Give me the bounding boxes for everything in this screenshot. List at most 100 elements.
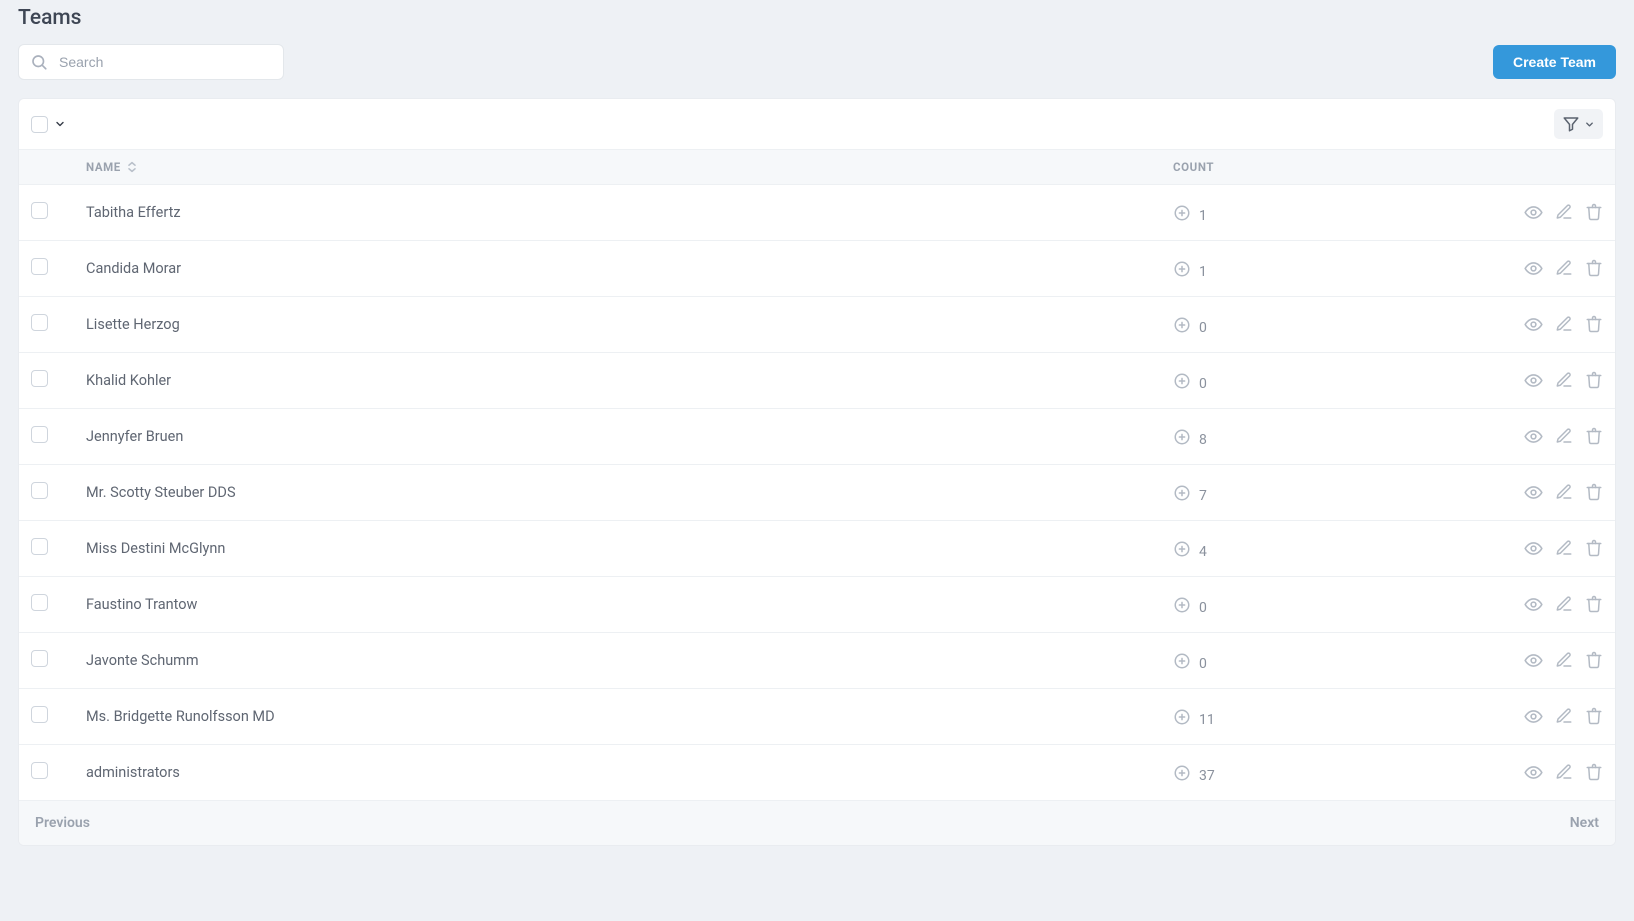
team-name[interactable]: Khalid Kohler: [86, 372, 171, 389]
row-checkbox[interactable]: [31, 314, 48, 331]
team-name[interactable]: Candida Morar: [86, 260, 181, 277]
add-member-icon[interactable]: [1173, 372, 1191, 390]
filter-button[interactable]: [1554, 109, 1603, 139]
chevron-down-icon: [1584, 119, 1595, 130]
delete-icon[interactable]: [1585, 315, 1603, 334]
row-checkbox[interactable]: [31, 762, 48, 779]
edit-icon[interactable]: [1555, 371, 1573, 390]
count-value: 0: [1199, 376, 1207, 392]
delete-icon[interactable]: [1585, 371, 1603, 390]
table-row: Mr. Scotty Steuber DDS 7: [19, 465, 1615, 521]
row-checkbox[interactable]: [31, 650, 48, 667]
delete-icon[interactable]: [1585, 763, 1603, 782]
filter-icon: [1562, 115, 1580, 133]
view-icon[interactable]: [1524, 707, 1543, 726]
view-icon[interactable]: [1524, 371, 1543, 390]
view-icon[interactable]: [1524, 651, 1543, 670]
card-top: [19, 99, 1615, 149]
teams-card: Name Count Tabitha Effertz1Candida Morar…: [18, 98, 1616, 846]
team-name[interactable]: Lisette Herzog: [86, 316, 180, 333]
table-row: Tabitha Effertz 1: [19, 185, 1615, 241]
next-link[interactable]: Next: [1570, 815, 1599, 831]
add-member-icon[interactable]: [1173, 428, 1191, 446]
count-value: 8: [1199, 432, 1207, 448]
add-member-icon[interactable]: [1173, 540, 1191, 558]
table-row: Miss Destini McGlynn4: [19, 521, 1615, 577]
table-header: Name Count: [19, 149, 1615, 185]
count-value: 1: [1199, 264, 1207, 280]
edit-icon[interactable]: [1555, 707, 1573, 726]
count-value: 7: [1199, 488, 1207, 504]
view-icon[interactable]: [1524, 595, 1543, 614]
delete-icon[interactable]: [1585, 259, 1603, 278]
row-checkbox[interactable]: [31, 202, 48, 219]
sort-icon[interactable]: [127, 161, 137, 173]
create-team-button[interactable]: Create Team: [1493, 45, 1616, 79]
select-all-checkbox[interactable]: [31, 116, 48, 133]
row-checkbox[interactable]: [31, 538, 48, 555]
table-row: Faustino Trantow 0: [19, 577, 1615, 633]
table-row: Jennyfer Bruen 8: [19, 409, 1615, 465]
view-icon[interactable]: [1524, 315, 1543, 334]
edit-icon[interactable]: [1555, 203, 1573, 222]
add-member-icon[interactable]: [1173, 260, 1191, 278]
delete-icon[interactable]: [1585, 651, 1603, 670]
row-checkbox[interactable]: [31, 594, 48, 611]
table-row: Candida Morar 1: [19, 241, 1615, 297]
delete-icon[interactable]: [1585, 707, 1603, 726]
delete-icon[interactable]: [1585, 203, 1603, 222]
count-value: 0: [1199, 656, 1207, 672]
delete-icon[interactable]: [1585, 539, 1603, 558]
count-value: 0: [1199, 320, 1207, 336]
delete-icon[interactable]: [1585, 483, 1603, 502]
edit-icon[interactable]: [1555, 651, 1573, 670]
add-member-icon[interactable]: [1173, 484, 1191, 502]
edit-icon[interactable]: [1555, 315, 1573, 334]
row-checkbox[interactable]: [31, 482, 48, 499]
team-name[interactable]: Ms. Bridgette Runolfsson MD: [86, 708, 275, 725]
row-checkbox[interactable]: [31, 370, 48, 387]
previous-link[interactable]: Previous: [35, 815, 90, 831]
view-icon[interactable]: [1524, 483, 1543, 502]
view-icon[interactable]: [1524, 203, 1543, 222]
edit-icon[interactable]: [1555, 483, 1573, 502]
delete-icon[interactable]: [1585, 595, 1603, 614]
row-checkbox[interactable]: [31, 426, 48, 443]
team-name[interactable]: administrators: [86, 764, 180, 781]
team-name[interactable]: Javonte Schumm: [86, 652, 199, 669]
add-member-icon[interactable]: [1173, 204, 1191, 222]
table-row: Javonte Schumm 0: [19, 633, 1615, 689]
team-name[interactable]: Mr. Scotty Steuber DDS: [86, 484, 236, 501]
team-name[interactable]: Faustino Trantow: [86, 596, 197, 613]
edit-icon[interactable]: [1555, 427, 1573, 446]
select-all-menu-toggle[interactable]: [54, 118, 66, 130]
edit-icon[interactable]: [1555, 539, 1573, 558]
edit-icon[interactable]: [1555, 763, 1573, 782]
edit-icon[interactable]: [1555, 259, 1573, 278]
team-name[interactable]: Jennyfer Bruen: [86, 428, 183, 445]
add-member-icon[interactable]: [1173, 652, 1191, 670]
view-icon[interactable]: [1524, 539, 1543, 558]
add-member-icon[interactable]: [1173, 764, 1191, 782]
page-title: Teams: [18, 6, 1616, 30]
view-icon[interactable]: [1524, 763, 1543, 782]
table-body: Tabitha Effertz 1 Candida Morar 1 Lisette He…: [19, 185, 1615, 801]
count-value: 11: [1199, 712, 1215, 728]
view-icon[interactable]: [1524, 427, 1543, 446]
header-count: Count: [1173, 160, 1214, 174]
header-name[interactable]: Name: [86, 160, 121, 174]
table-row: Khalid Kohler 0: [19, 353, 1615, 409]
delete-icon[interactable]: [1585, 427, 1603, 446]
row-checkbox[interactable]: [31, 258, 48, 275]
add-member-icon[interactable]: [1173, 596, 1191, 614]
team-name[interactable]: Tabitha Effertz: [86, 204, 181, 221]
add-member-icon[interactable]: [1173, 708, 1191, 726]
count-value: 0: [1199, 600, 1207, 616]
view-icon[interactable]: [1524, 259, 1543, 278]
add-member-icon[interactable]: [1173, 316, 1191, 334]
row-checkbox[interactable]: [31, 706, 48, 723]
edit-icon[interactable]: [1555, 595, 1573, 614]
team-name[interactable]: Miss Destini McGlynn: [86, 540, 225, 557]
search-input[interactable]: [18, 44, 284, 80]
count-value: 1: [1199, 208, 1207, 224]
